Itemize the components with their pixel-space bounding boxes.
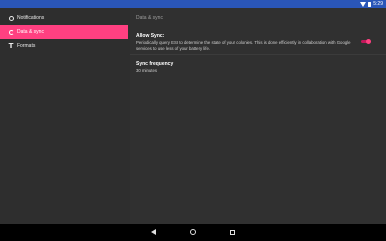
- sidebar-item-notifications[interactable]: Notifications: [0, 11, 128, 25]
- recents-icon: [229, 229, 235, 235]
- section-header: Data & sync: [136, 15, 163, 21]
- sync-frequency-preference[interactable]: Sync frequency 30 minutes: [136, 61, 376, 74]
- sidebar-item-data-sync[interactable]: Data & sync: [0, 25, 128, 39]
- settings-sidebar: Notifications Data & sync T Formats: [0, 8, 130, 224]
- format-icon: T: [8, 42, 14, 50]
- sync-frequency-value: 30 minutes: [136, 68, 158, 73]
- system-nav-bar: [0, 224, 386, 241]
- wifi-icon: [360, 1, 367, 7]
- status-bar: 5:29: [0, 0, 386, 8]
- status-icons: 5:29: [360, 0, 383, 8]
- sidebar-item-label: Data & sync: [17, 29, 44, 35]
- allow-sync-switch[interactable]: [360, 39, 371, 44]
- recents-button[interactable]: [228, 228, 236, 236]
- allow-sync-title: Allow Sync:: [136, 33, 165, 39]
- battery-icon: [368, 1, 372, 7]
- switch-thumb: [366, 39, 371, 44]
- sidebar-item-label: Formats: [17, 43, 36, 49]
- sync-frequency-title: Sync frequency: [136, 61, 174, 67]
- back-button[interactable]: [149, 228, 157, 236]
- sidebar-item-formats[interactable]: T Formats: [0, 39, 128, 53]
- back-icon: [150, 229, 156, 235]
- home-icon: [190, 229, 196, 235]
- bell-icon: [8, 15, 14, 21]
- settings-detail: Data & sync Allow Sync: Periodically que…: [130, 8, 386, 224]
- status-time: 5:29: [373, 1, 383, 7]
- sync-icon: [8, 29, 14, 35]
- allow-sync-preference[interactable]: Allow Sync: Periodically query ESI to de…: [136, 33, 376, 51]
- allow-sync-summary: Periodically query ESI to determine the …: [136, 40, 351, 51]
- sidebar-item-label: Notifications: [17, 15, 45, 21]
- divider: [130, 54, 386, 55]
- home-button[interactable]: [189, 228, 197, 236]
